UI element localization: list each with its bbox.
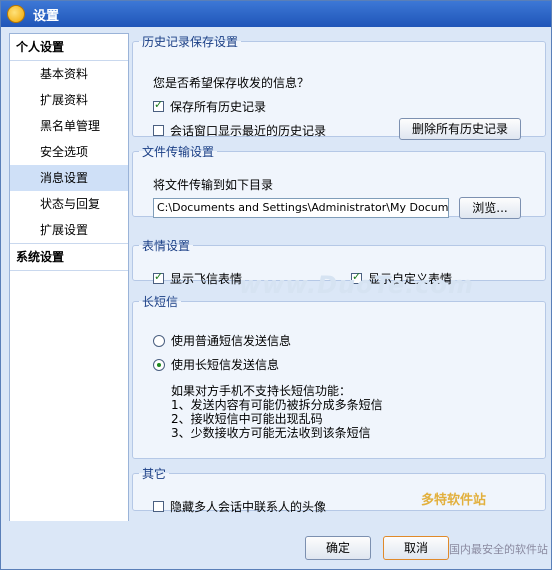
show-custom-emoticons-option[interactable]: 显示自定义表情 xyxy=(351,270,452,287)
emoticon-section: 表情设置 显示飞信表情 显示自定义表情 xyxy=(132,237,546,286)
ok-button[interactable]: 确定 xyxy=(305,536,371,560)
long-sms-note-item: 3、少数接收方可能无法收到该条短信 xyxy=(171,426,371,440)
hide-avatar-label: 隐藏多人会话中联系人的头像 xyxy=(170,500,327,514)
show-custom-emoticons-checkbox[interactable] xyxy=(351,270,362,284)
sidebar-item-message-settings[interactable]: 消息设置 xyxy=(10,165,128,191)
emoticon-legend: 表情设置 xyxy=(142,239,191,253)
normal-sms-radio[interactable] xyxy=(153,334,165,347)
show-recent-history-checkbox[interactable] xyxy=(153,125,164,136)
long-sms-option[interactable]: 使用长短信发送信息 xyxy=(153,356,279,373)
hide-avatar-option[interactable]: 隐藏多人会话中联系人的头像 xyxy=(153,498,326,515)
save-all-history-label: 保存所有历史记录 xyxy=(170,100,267,114)
save-all-history-option[interactable]: 保存所有历史记录 xyxy=(153,98,266,115)
sidebar-item-security[interactable]: 安全选项 xyxy=(10,139,128,165)
file-transfer-description: 将文件传输到如下目录 xyxy=(153,178,274,192)
sidebar-item-blacklist[interactable]: 黑名单管理 xyxy=(10,113,128,139)
sidebar-item-extended-info[interactable]: 扩展资料 xyxy=(10,87,128,113)
duote-badge-text: 多特软件站 xyxy=(421,493,487,508)
sidebar-item-extended-settings[interactable]: 扩展设置 xyxy=(10,217,128,243)
duote-site-text: 国内最安全的软件站 xyxy=(449,543,548,556)
file-transfer-legend: 文件传输设置 xyxy=(142,145,215,159)
browse-button[interactable]: 浏览... xyxy=(459,197,521,219)
settings-window: 设置 个人设置 基本资料 扩展资料 黑名单管理 安全选项 消息设置 状态与回复 … xyxy=(0,0,552,570)
sidebar-group-system[interactable]: 系统设置 xyxy=(10,243,128,271)
delete-all-history-button[interactable]: 删除所有历史记录 xyxy=(399,118,521,140)
history-question: 您是否希望保存收发的信息？ xyxy=(153,76,310,90)
long-sms-radio[interactable] xyxy=(153,358,165,371)
long-sms-label: 使用长短信发送信息 xyxy=(171,358,280,372)
cancel-button[interactable]: 取消 xyxy=(383,536,449,560)
settings-sidebar: 个人设置 基本资料 扩展资料 黑名单管理 安全选项 消息设置 状态与回复 扩展设… xyxy=(9,33,129,525)
show-fetion-emoticons-label: 显示飞信表情 xyxy=(170,272,243,286)
long-sms-legend: 长短信 xyxy=(142,295,179,309)
show-custom-emoticons-label: 显示自定义表情 xyxy=(368,272,453,286)
normal-sms-option[interactable]: 使用普通短信发送信息 xyxy=(153,332,291,349)
title-bar[interactable]: 设置 xyxy=(1,1,551,27)
normal-sms-label: 使用普通短信发送信息 xyxy=(171,334,292,348)
file-transfer-section: 文件传输设置 将文件传输到如下目录 C:\Documents and Setti… xyxy=(132,143,546,219)
long-sms-section: 长短信 使用普通短信发送信息 使用长短信发送信息 如果对方手机不支持长短信功能：… xyxy=(132,293,546,459)
fetion-app-icon xyxy=(7,5,25,23)
hide-avatar-checkbox[interactable] xyxy=(153,501,164,512)
show-fetion-emoticons-option[interactable]: 显示飞信表情 xyxy=(153,270,242,287)
show-recent-history-label: 会话窗口显示最近的历史记录 xyxy=(170,124,327,138)
window-title: 设置 xyxy=(33,8,60,24)
other-legend: 其它 xyxy=(142,467,167,481)
settings-content: 历史记录保存设置 您是否希望保存收发的信息？ 保存所有历史记录 会话窗口显示最近… xyxy=(132,33,546,515)
show-fetion-emoticons-checkbox[interactable] xyxy=(153,270,164,284)
sidebar-item-basic-info[interactable]: 基本资料 xyxy=(10,61,128,87)
sidebar-group-personal[interactable]: 个人设置 xyxy=(10,34,128,61)
save-all-history-checkbox[interactable] xyxy=(153,98,164,112)
history-legend: 历史记录保存设置 xyxy=(142,35,239,49)
download-path-field[interactable]: C:\Documents and Settings\Administrator\… xyxy=(153,198,449,218)
history-section: 历史记录保存设置 您是否希望保存收发的信息？ 保存所有历史记录 会话窗口显示最近… xyxy=(132,33,546,140)
show-recent-history-option[interactable]: 会话窗口显示最近的历史记录 xyxy=(153,122,326,139)
sidebar-item-status-reply[interactable]: 状态与回复 xyxy=(10,191,128,217)
